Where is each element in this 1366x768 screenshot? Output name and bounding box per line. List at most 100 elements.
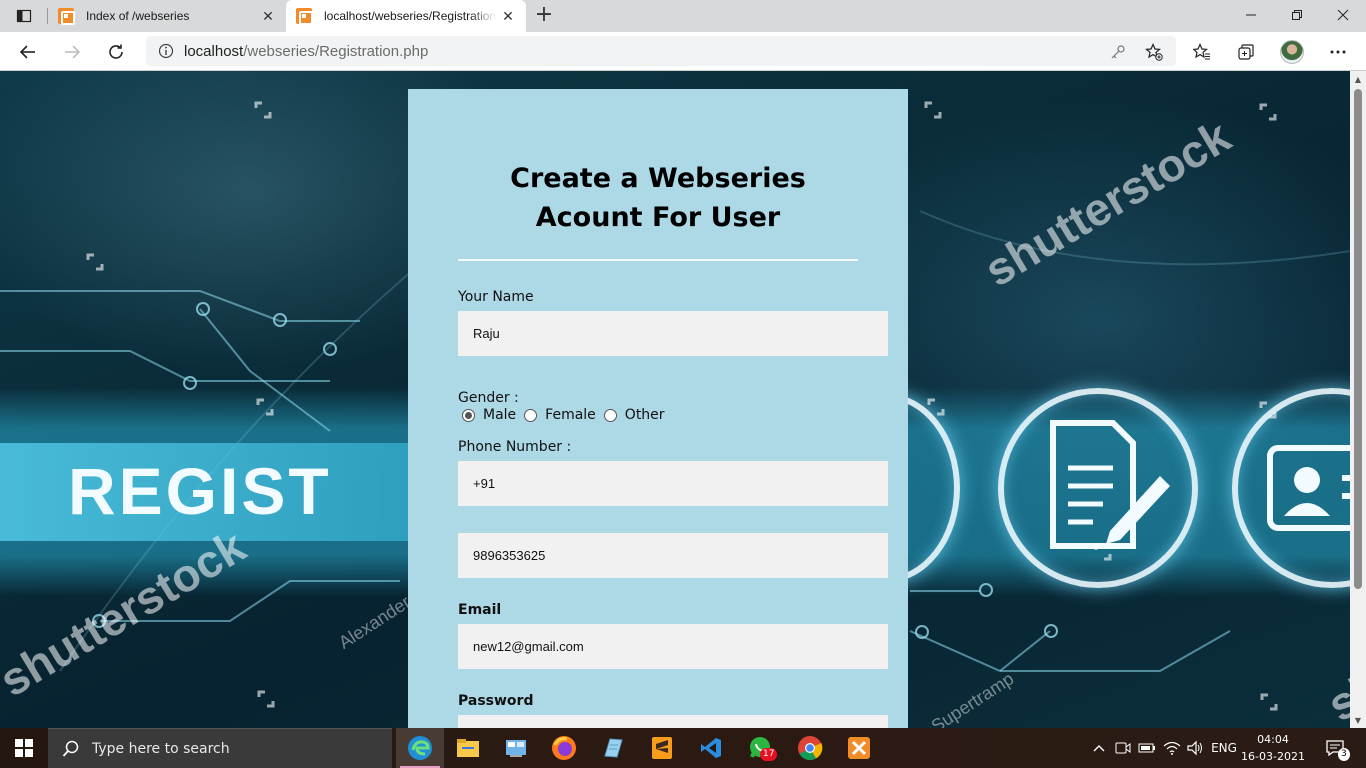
country-code-input[interactable]: +91 [458,461,888,506]
watermark-glyph-icon [927,398,945,416]
scroll-down-arrow-icon[interactable]: ▼ [1350,712,1366,728]
windows-logo-icon [15,739,33,757]
hero-registration-text: REGIST [68,454,332,528]
gender-radio-group: Male Female Other [462,407,673,423]
taskbar-chrome[interactable] [786,728,834,768]
chrome-icon [798,736,823,761]
close-window-button[interactable] [1320,0,1366,30]
close-tab-icon[interactable]: ✕ [496,8,520,25]
taskbar-control-panel[interactable] [492,728,540,768]
profile-button[interactable] [1278,38,1306,66]
key-icon [1111,45,1125,59]
watermark-glyph-icon [86,253,104,271]
gender-female-radio[interactable] [524,408,538,422]
taskbar-notepad[interactable] [589,728,637,768]
restore-button[interactable] [1274,0,1320,30]
gender-label: Gender : [458,390,519,406]
tray-network[interactable] [1160,728,1184,768]
taskbar-file-explorer[interactable] [444,728,492,768]
back-button[interactable] [13,37,43,67]
notepad-icon [604,738,623,758]
start-button[interactable] [0,728,48,768]
language-indicator[interactable]: ENG [1208,728,1240,768]
phone-label: Phone Number : [458,439,572,455]
notification-count-badge: 3 [1338,748,1350,761]
new-tab-button[interactable]: + [532,4,556,28]
phone-number-input[interactable]: 9896353625 [458,533,888,578]
more-dots-icon [1330,50,1346,54]
add-favorite-button[interactable] [1140,38,1168,66]
watermark-glyph-icon [257,690,275,708]
email-input[interactable]: new12@gmail.com [458,624,888,669]
password-label: Password [458,693,534,709]
watermark-glyph-icon [256,398,274,416]
tray-meet-now[interactable] [1112,728,1134,768]
address-bar[interactable]: localhost/webseries/Registration.php [146,36,1176,66]
taskbar-edge[interactable] [396,728,444,768]
name-label: Your Name [458,289,534,305]
edge-icon [408,736,432,760]
star-add-icon [1145,43,1163,61]
taskbar-sublime[interactable] [638,728,686,768]
gender-other-radio[interactable] [603,408,617,422]
tab-registration[interactable]: localhost/webseries/Registration.php ✕ [286,0,526,32]
scroll-up-arrow-icon[interactable]: ▲ [1350,71,1366,87]
taskbar-firefox[interactable] [540,728,588,768]
back-arrow-icon [19,45,35,59]
taskbar-xampp[interactable] [835,728,883,768]
tab-index-of-webseries[interactable]: Index of /webseries ✕ [48,0,286,32]
page-scrollbar[interactable]: ▲ ▼ [1350,71,1366,728]
gender-male-radio[interactable] [462,408,475,422]
tab-actions-icon [16,9,32,23]
url-path: /webseries/Registration.php [243,42,429,60]
info-icon[interactable] [158,43,174,59]
taskbar-search-box[interactable]: Type here to search [48,728,392,768]
gender-female-label[interactable]: Female [545,407,596,423]
xampp-favicon-icon [296,8,313,25]
tray-volume[interactable] [1184,728,1206,768]
title-divider [458,259,858,261]
tray-battery[interactable] [1136,728,1158,768]
registration-form-card: Create a Webseries Acount For User Your … [408,89,908,728]
password-input[interactable] [458,715,888,728]
wifi-icon [1163,741,1181,755]
watermark-glyph-icon [254,101,272,119]
taskbar-whatsapp[interactable]: 17 [736,728,784,768]
minimize-button[interactable] [1228,0,1274,30]
sublime-icon [652,737,672,759]
notification-center-button[interactable]: 3 [1318,728,1352,768]
scrollbar-thumb[interactable] [1354,89,1362,589]
vscode-icon [701,738,721,758]
favorites-button[interactable] [1188,38,1216,66]
control-panel-icon [506,740,526,757]
page-background: REGIST shutterstock shutterstock sh Alex… [0,71,1350,728]
watermark-glyph-icon [1094,543,1112,561]
firefox-icon [552,736,576,760]
search-icon [62,740,79,757]
taskbar-clock[interactable]: 04:04 16-03-2021 [1240,731,1306,765]
xampp-favicon-icon [58,8,75,25]
forward-button[interactable] [57,37,87,67]
file-explorer-icon [457,739,479,757]
browser-tab-bar: Index of /webseries ✕ localhost/webserie… [0,0,1366,32]
name-input[interactable]: Raju [458,311,888,356]
windows-taskbar: Type here to search 17 ENG 04:04 16-03-2… [0,728,1366,768]
id-card-icon [1267,445,1350,531]
gender-male-label[interactable]: Male [483,407,516,423]
tab-actions-button[interactable] [8,6,40,26]
search-placeholder: Type here to search [92,740,230,757]
favorites-icon [1193,43,1210,60]
collections-icon [1238,44,1254,60]
collections-button[interactable] [1232,38,1260,66]
gender-other-label[interactable]: Other [625,407,665,423]
password-key-button[interactable] [1104,38,1132,66]
camera-icon [1115,742,1131,754]
close-tab-icon[interactable]: ✕ [256,8,280,25]
refresh-button[interactable] [101,37,131,67]
tab-title: localhost/webseries/Registration.php [324,9,496,23]
url-text[interactable]: localhost/webseries/Registration.php [184,43,428,60]
taskbar-vscode[interactable] [687,728,735,768]
watermark-glyph-icon [924,101,942,119]
settings-more-button[interactable] [1324,38,1352,66]
show-hidden-icons-button[interactable] [1088,728,1110,768]
